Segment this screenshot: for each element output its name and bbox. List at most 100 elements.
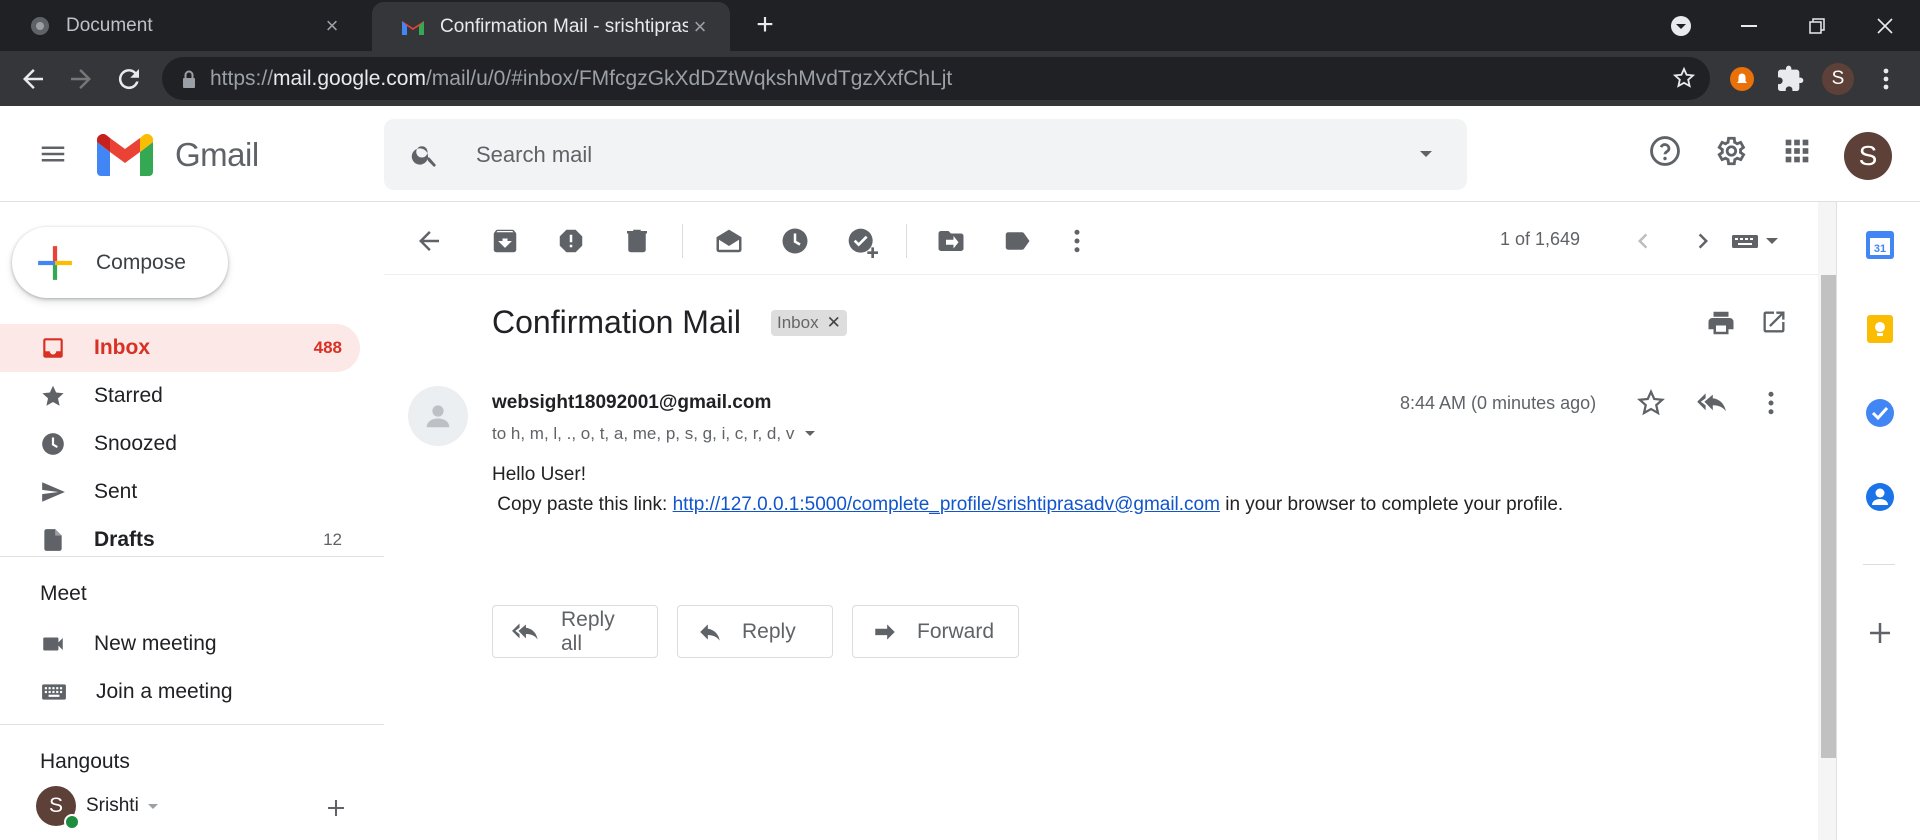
sidebar-item-snoozed[interactable]: Snoozed xyxy=(0,420,360,468)
get-addons-plus-icon[interactable] xyxy=(1865,618,1895,648)
open-new-window-icon[interactable] xyxy=(1760,308,1790,338)
restore-button[interactable] xyxy=(1784,0,1850,51)
reply-icon xyxy=(696,619,724,645)
hangouts-user[interactable]: S Srishti xyxy=(36,786,159,830)
account-avatar[interactable]: S xyxy=(1844,132,1892,180)
browser-tab-document[interactable]: Document × xyxy=(0,0,362,51)
browser-profile-avatar[interactable]: S xyxy=(1822,63,1854,95)
email-subject: Confirmation Mail xyxy=(492,304,741,340)
app-name: Gmail xyxy=(175,136,259,173)
email-timestamp: 8:44 AM (0 minutes ago) xyxy=(1400,393,1597,413)
message-more-icon[interactable] xyxy=(1756,388,1786,418)
profile-link[interactable]: http://127.0.0.1:5000/complete_profile/s… xyxy=(673,494,1220,515)
gmail-icon xyxy=(402,18,424,35)
more-options-icon[interactable] xyxy=(1062,226,1092,256)
sidebar-item-join-meeting[interactable]: Join a meeting xyxy=(0,668,360,716)
sidebar-item-label: Snoozed xyxy=(94,432,177,455)
remove-label-icon[interactable]: ✕ xyxy=(827,313,841,333)
address-bar-row: https://mail.google.com/mail/u/0/#inbox/… xyxy=(0,51,1920,106)
video-icon xyxy=(40,631,66,657)
tab-search-button[interactable] xyxy=(1648,0,1714,51)
scrollbar-thumb[interactable] xyxy=(1821,275,1836,758)
main-menu-icon[interactable] xyxy=(38,139,68,169)
minimize-button[interactable] xyxy=(1716,0,1782,51)
bookmark-star-icon[interactable] xyxy=(1672,66,1696,90)
globe-icon xyxy=(30,16,50,36)
sidebar-item-starred[interactable]: Starred xyxy=(0,372,360,420)
close-window-button[interactable] xyxy=(1852,0,1918,51)
report-spam-icon[interactable] xyxy=(556,226,586,256)
tab-title: Document xyxy=(66,14,153,36)
calendar-icon[interactable]: 31 xyxy=(1865,230,1895,260)
gmail-logo-icon xyxy=(97,134,153,176)
email-body: Copy paste this link: http://127.0.0.1:5… xyxy=(492,494,1563,516)
print-icon[interactable] xyxy=(1706,308,1736,338)
delete-icon[interactable] xyxy=(622,226,652,256)
mark-unread-icon[interactable] xyxy=(714,226,744,256)
star-message-icon[interactable] xyxy=(1636,388,1666,418)
sender-email[interactable]: websight18092001@gmail.com xyxy=(492,392,771,414)
sidebar-divider xyxy=(0,556,384,557)
reply-button[interactable]: Reply xyxy=(677,605,833,658)
input-tools-keyboard-icon[interactable] xyxy=(1728,226,1788,256)
apps-grid-icon[interactable] xyxy=(1780,134,1814,168)
forward-button[interactable]: Forward xyxy=(852,605,1019,658)
tasks-icon[interactable] xyxy=(1865,398,1895,428)
compose-plus-icon xyxy=(36,244,74,282)
extension-bell-icon[interactable] xyxy=(1726,63,1758,95)
reload-icon[interactable] xyxy=(114,64,144,94)
sidebar-item-label: Inbox xyxy=(94,336,150,359)
label-icon[interactable] xyxy=(1002,226,1032,256)
newer-chevron-left-icon[interactable] xyxy=(1628,226,1658,256)
reply-all-icon xyxy=(511,619,543,645)
hangouts-avatar-initial: S xyxy=(48,794,63,817)
browser-tab-gmail[interactable]: Confirmation Mail - srishtiprasad × xyxy=(372,2,730,51)
search-input[interactable]: Search mail xyxy=(476,142,592,168)
unread-count: 488 xyxy=(313,338,342,357)
older-chevron-right-icon[interactable] xyxy=(1688,226,1718,256)
contacts-icon[interactable] xyxy=(1865,482,1895,512)
snooze-clock-icon[interactable] xyxy=(780,226,810,256)
back-icon[interactable] xyxy=(18,64,48,94)
archive-icon[interactable] xyxy=(490,226,520,256)
gmail-logo[interactable]: Gmail xyxy=(97,134,259,176)
chevron-down-icon[interactable] xyxy=(147,800,159,812)
gmail-header: Gmail Search mail S xyxy=(0,106,1920,202)
browser-menu-icon[interactable] xyxy=(1870,63,1902,95)
toolbar-divider xyxy=(384,274,1836,275)
settings-gear-icon[interactable] xyxy=(1713,134,1747,168)
url-domain: mail.google.com xyxy=(273,66,426,90)
extensions-puzzle-icon[interactable] xyxy=(1774,63,1806,95)
add-to-tasks-icon[interactable] xyxy=(846,226,878,258)
show-details-icon[interactable] xyxy=(804,428,816,440)
hangouts-avatar: S xyxy=(36,786,80,830)
search-bar[interactable]: Search mail xyxy=(384,119,1467,190)
hangouts-user-name: Srishti xyxy=(86,795,139,816)
compose-button[interactable]: Compose xyxy=(12,227,228,298)
side-panel-divider xyxy=(1863,564,1895,565)
sidebar-item-inbox[interactable]: Inbox 488 xyxy=(0,324,360,372)
help-icon[interactable] xyxy=(1648,134,1682,168)
reply-all-button[interactable]: Reply all xyxy=(492,605,658,658)
send-icon xyxy=(40,479,66,505)
draft-count: 12 xyxy=(323,530,342,549)
back-to-inbox-icon[interactable] xyxy=(414,226,444,256)
recipients: to h, m, l, ., o, t, a, me, p, s, g, i, … xyxy=(492,424,816,444)
sidebar-item-sent[interactable]: Sent xyxy=(0,468,360,516)
url-field[interactable]: https://mail.google.com/mail/u/0/#inbox/… xyxy=(162,57,1710,100)
search-options-icon[interactable] xyxy=(1417,145,1435,163)
keyboard-icon xyxy=(40,679,68,705)
new-tab-button[interactable]: + xyxy=(750,10,780,40)
close-tab-icon[interactable]: × xyxy=(320,13,344,39)
forward-icon[interactable] xyxy=(66,64,96,94)
sidebar-item-new-meeting[interactable]: New meeting xyxy=(0,620,360,668)
search-icon[interactable] xyxy=(410,140,440,170)
move-to-icon[interactable] xyxy=(936,226,966,256)
keep-icon[interactable] xyxy=(1865,314,1895,344)
message-pane: 1 of 1,649 Confirmation Mail Inbox ✕ web… xyxy=(384,202,1836,840)
add-hangout-icon[interactable] xyxy=(324,796,348,820)
reply-all-icon[interactable] xyxy=(1696,388,1732,418)
close-tab-icon[interactable]: × xyxy=(688,14,712,40)
inbox-icon xyxy=(40,335,66,361)
lock-icon xyxy=(182,70,196,88)
